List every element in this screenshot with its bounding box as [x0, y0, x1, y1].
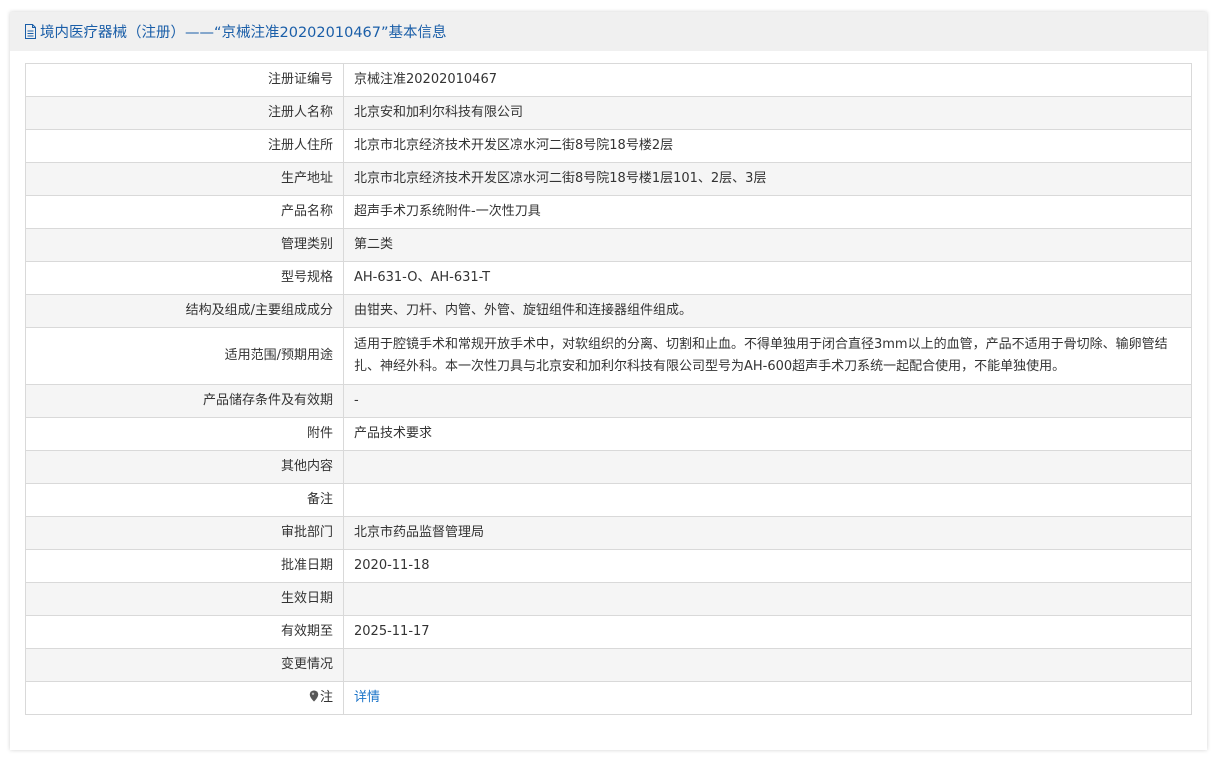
- detail-link[interactable]: 详情: [354, 690, 380, 705]
- field-value: 由钳夹、刀杆、内管、外管、旋钮组件和连接器组件组成。: [343, 294, 1192, 328]
- field-value: [343, 450, 1192, 484]
- table-row: 有效期至 2025-11-17: [25, 615, 1192, 649]
- field-value: 北京安和加利尔科技有限公司: [343, 96, 1192, 130]
- field-label: 注册证编号: [25, 63, 344, 97]
- table-row: 其他内容: [25, 450, 1192, 484]
- field-value: 2025-11-17: [343, 615, 1192, 649]
- field-value: 2020-11-18: [343, 549, 1192, 583]
- field-label: 附件: [25, 417, 344, 451]
- table-row: 附件 产品技术要求: [25, 417, 1192, 451]
- field-label: 批准日期: [25, 549, 344, 583]
- field-label: 适用范围/预期用途: [25, 327, 344, 385]
- field-value: [343, 483, 1192, 517]
- field-value: 详情: [343, 681, 1192, 715]
- field-label: 有效期至: [25, 615, 344, 649]
- table-row: 型号规格 AH-631-O、AH-631-T: [25, 261, 1192, 295]
- field-value: 超声手术刀系统附件-一次性刀具: [343, 195, 1192, 229]
- table-row: 批准日期 2020-11-18: [25, 549, 1192, 583]
- table-row: 管理类别 第二类: [25, 228, 1192, 262]
- field-label: 产品名称: [25, 195, 344, 229]
- field-value: 北京市北京经济技术开发区凉水河二街8号院18号楼2层: [343, 129, 1192, 163]
- field-label: 审批部门: [25, 516, 344, 550]
- table-row: 生产地址 北京市北京经济技术开发区凉水河二街8号院18号楼1层101、2层、3层: [25, 162, 1192, 196]
- location-pin-icon: [309, 690, 319, 702]
- field-label: 其他内容: [25, 450, 344, 484]
- field-label: 生效日期: [25, 582, 344, 616]
- field-label: 注册人住所: [25, 129, 344, 163]
- field-label-note: 注: [25, 681, 344, 715]
- field-value: AH-631-O、AH-631-T: [343, 261, 1192, 295]
- field-value: 适用于腔镜手术和常规开放手术中，对软组织的分离、切割和止血。不得单独用于闭合直径…: [343, 327, 1192, 385]
- field-value: [343, 582, 1192, 616]
- table-row: 产品储存条件及有效期 -: [25, 384, 1192, 418]
- field-label: 产品储存条件及有效期: [25, 384, 344, 418]
- field-label: 备注: [25, 483, 344, 517]
- document-icon: [24, 24, 37, 39]
- field-value: 北京市北京经济技术开发区凉水河二街8号院18号楼1层101、2层、3层: [343, 162, 1192, 196]
- table-row: 注册人名称 北京安和加利尔科技有限公司: [25, 96, 1192, 130]
- table-row: 结构及组成/主要组成成分 由钳夹、刀杆、内管、外管、旋钮组件和连接器组件组成。: [25, 294, 1192, 328]
- field-value: [343, 648, 1192, 682]
- field-label: 注册人名称: [25, 96, 344, 130]
- note-label: 注: [319, 690, 333, 705]
- table-row: 变更情况: [25, 648, 1192, 682]
- field-label: 管理类别: [25, 228, 344, 262]
- panel-header: 境内医疗器械（注册）——“京械注准20202010467”基本信息: [10, 12, 1207, 51]
- field-value: 京械注准20202010467: [343, 63, 1192, 97]
- info-panel: 境内医疗器械（注册）——“京械注准20202010467”基本信息 注册证编号 …: [10, 12, 1207, 750]
- field-label: 变更情况: [25, 648, 344, 682]
- field-value: -: [343, 384, 1192, 418]
- field-value: 第二类: [343, 228, 1192, 262]
- table-row: 注册人住所 北京市北京经济技术开发区凉水河二街8号院18号楼2层: [25, 129, 1192, 163]
- table-row: 生效日期: [25, 582, 1192, 616]
- note-row: 注 详情: [25, 681, 1192, 715]
- field-label: 生产地址: [25, 162, 344, 196]
- page-title: 境内医疗器械（注册）——“京械注准20202010467”基本信息: [40, 25, 447, 41]
- table-row: 备注: [25, 483, 1192, 517]
- field-label: 结构及组成/主要组成成分: [25, 294, 344, 328]
- info-table: 注册证编号 京械注准20202010467 注册人名称 北京安和加利尔科技有限公…: [25, 63, 1192, 715]
- field-value: 产品技术要求: [343, 417, 1192, 451]
- table-row: 适用范围/预期用途 适用于腔镜手术和常规开放手术中，对软组织的分离、切割和止血。…: [25, 327, 1192, 385]
- table-row: 产品名称 超声手术刀系统附件-一次性刀具: [25, 195, 1192, 229]
- field-value: 北京市药品监督管理局: [343, 516, 1192, 550]
- table-row: 审批部门 北京市药品监督管理局: [25, 516, 1192, 550]
- table-row: 注册证编号 京械注准20202010467: [25, 63, 1192, 97]
- field-label: 型号规格: [25, 261, 344, 295]
